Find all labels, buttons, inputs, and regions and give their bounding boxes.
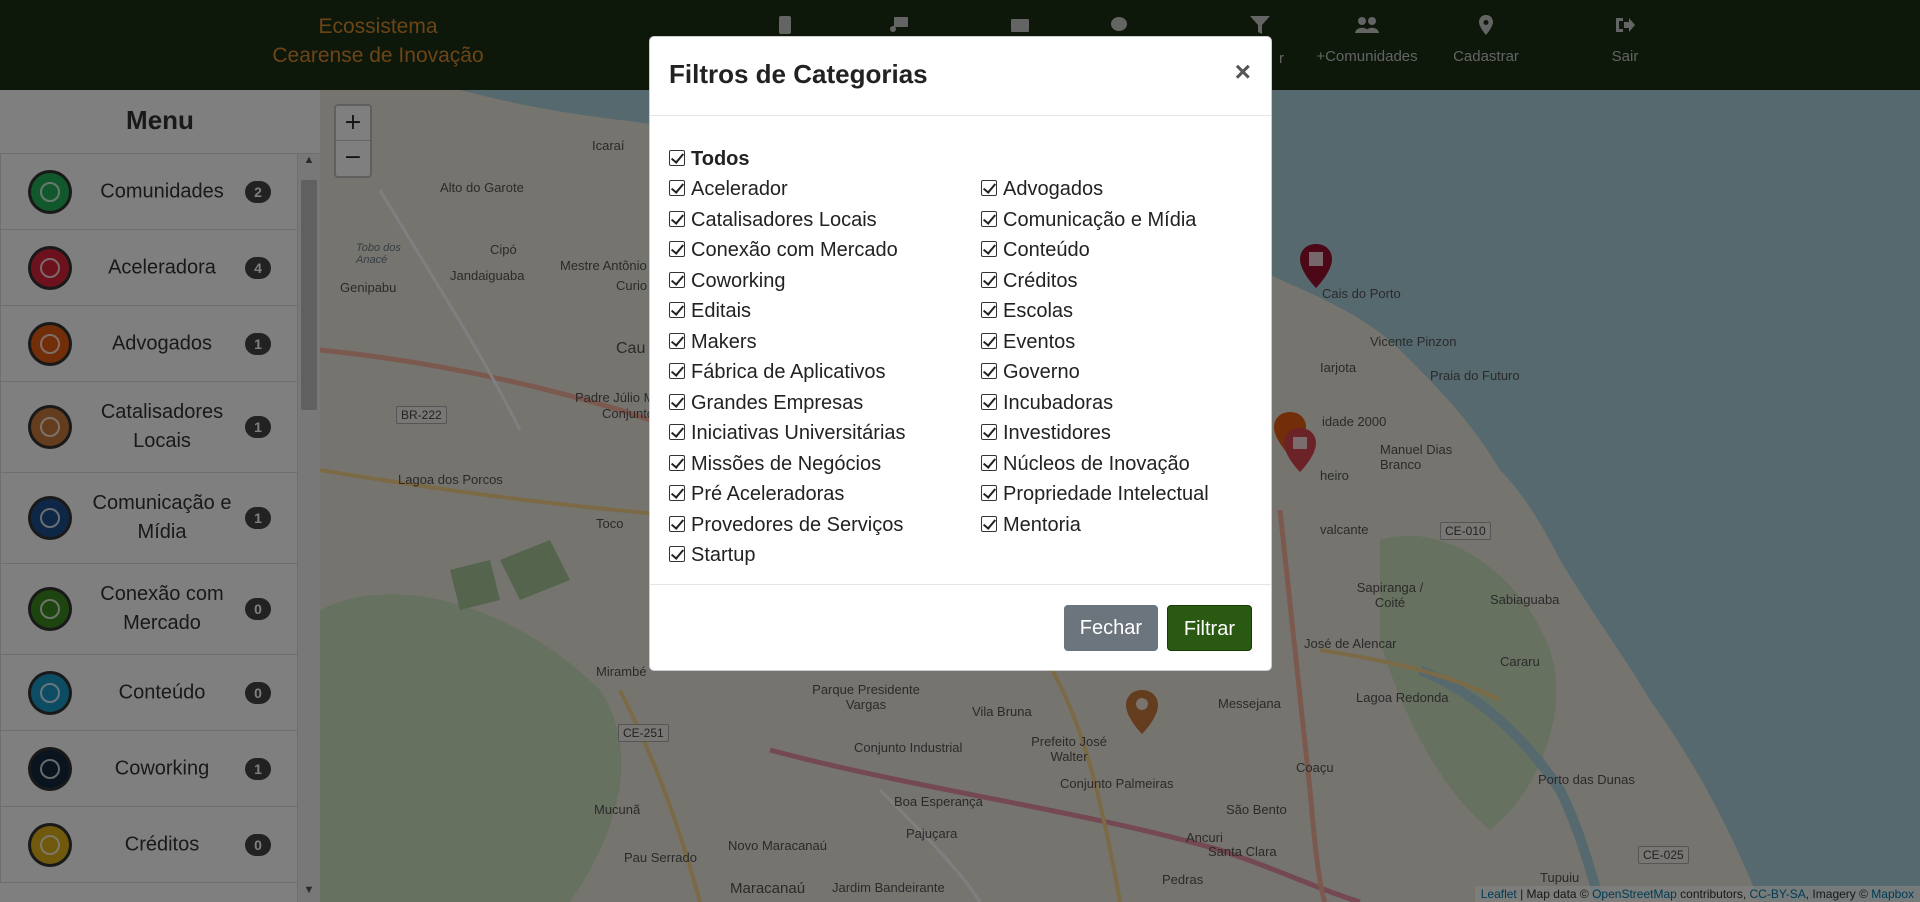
- checkbox-checked-icon[interactable]: [669, 241, 685, 257]
- checkbox-label: Mentoria: [1003, 513, 1081, 536]
- checkbox-label: Pré Aceleradoras: [691, 483, 845, 505]
- checkbox-checked-icon[interactable]: [981, 454, 997, 471]
- modal-title: Filtros de Categorias: [669, 59, 928, 89]
- category-checkbox[interactable]: Grandes Empresas: [669, 389, 863, 417]
- category-checkbox[interactable]: Makers: [669, 328, 757, 356]
- category-checkbox[interactable]: Investidores: [981, 419, 1111, 447]
- checkbox-checked-icon[interactable]: [669, 546, 685, 562]
- checkbox-checked-icon[interactable]: [981, 485, 997, 501]
- checkbox-checked-icon[interactable]: [981, 424, 997, 440]
- checkbox-label: Missões de Negócios: [691, 452, 882, 475]
- checkbox-checked-icon[interactable]: [669, 485, 685, 501]
- checkbox-label: Conexão com Mercado: [691, 239, 898, 261]
- category-checkbox[interactable]: Catalisadores Locais: [669, 206, 877, 234]
- checkbox-label: Todos: [691, 148, 750, 170]
- checkbox-label: Makers: [691, 330, 757, 353]
- checkbox-checked-icon[interactable]: [981, 302, 997, 318]
- checkbox-checked-icon[interactable]: [669, 454, 685, 471]
- category-checkbox[interactable]: Mentoria: [981, 511, 1081, 539]
- modal-body: Todos Acelerador Catalisadores Locais Cone…: [650, 116, 1271, 585]
- fechar-button[interactable]: Fechar: [1063, 605, 1158, 651]
- checkbox-label: Editais: [691, 300, 752, 322]
- checkbox-checked-icon[interactable]: [669, 302, 685, 318]
- category-checkbox[interactable]: Comunicação e Mídia: [981, 206, 1196, 234]
- checkbox-checked-icon[interactable]: [669, 424, 685, 440]
- close-icon[interactable]: ×: [1235, 57, 1251, 87]
- checkbox-checked-icon[interactable]: [669, 332, 685, 349]
- checkbox-label: Núcleos de Inovação: [1003, 452, 1190, 475]
- category-checkbox[interactable]: Núcleos de Inovação: [981, 450, 1190, 478]
- checkbox-checked-icon[interactable]: [981, 332, 997, 349]
- checkbox-label: Conteúdo: [1003, 239, 1090, 261]
- checkbox-label: Propriedade Intelectual: [1003, 483, 1209, 505]
- category-checkbox[interactable]: Acelerador: [669, 175, 788, 203]
- category-checkbox[interactable]: Eventos: [981, 328, 1075, 356]
- checkbox-label: Créditos: [1003, 269, 1078, 292]
- checkbox-label: Acelerador: [691, 178, 788, 200]
- category-checkbox[interactable]: Provedores de Serviços: [669, 511, 903, 539]
- modal-header: Filtros de Categorias ×: [650, 37, 1271, 116]
- checkbox-checked-icon[interactable]: [669, 363, 685, 379]
- checkbox-checked-icon[interactable]: [981, 271, 997, 288]
- checkbox-checked-icon[interactable]: [981, 515, 997, 532]
- checkbox-checked-icon[interactable]: [981, 210, 997, 227]
- checkbox-label: Escolas: [1003, 300, 1074, 322]
- checkbox-label: Startup: [691, 544, 756, 566]
- checkbox-label: Grandes Empresas: [691, 391, 864, 414]
- filter-modal: Filtros de Categorias × Todos Acelerador…: [649, 36, 1272, 671]
- checkbox-label: Catalisadores Locais: [691, 208, 877, 231]
- checkbox-label: Eventos: [1003, 330, 1076, 353]
- category-checkbox[interactable]: Incubadoras: [981, 389, 1113, 417]
- checkbox-checked-icon[interactable]: [981, 363, 997, 379]
- checkbox-todos[interactable]: Todos: [669, 145, 750, 173]
- category-checkbox[interactable]: Iniciativas Universitárias: [669, 419, 906, 447]
- checkbox-label: Investidores: [1003, 422, 1111, 444]
- checkbox-checked-icon[interactable]: [981, 180, 997, 196]
- category-checkbox[interactable]: Créditos: [981, 267, 1077, 295]
- modal-footer: Fechar Filtrar: [650, 585, 1271, 670]
- checkbox-label: Comunicação e Mídia: [1003, 208, 1197, 231]
- checkbox-label: Governo: [1003, 361, 1080, 383]
- category-checkbox[interactable]: Startup: [669, 541, 755, 569]
- category-checkbox[interactable]: Fábrica de Aplicativos: [669, 358, 886, 386]
- checkbox-checked-icon[interactable]: [669, 180, 685, 196]
- checkbox-checked-icon[interactable]: [669, 210, 685, 227]
- checkbox-label: Fábrica de Aplicativos: [691, 361, 886, 383]
- category-checkbox[interactable]: Conteúdo: [981, 236, 1090, 264]
- checkbox-label: Advogados: [1003, 178, 1104, 200]
- checkbox-checked-icon[interactable]: [981, 393, 997, 410]
- category-checkbox[interactable]: Editais: [669, 297, 751, 325]
- category-checkbox[interactable]: Governo: [981, 358, 1080, 386]
- category-checkbox[interactable]: Coworking: [669, 267, 785, 295]
- checkbox-checked-icon[interactable]: [669, 515, 685, 532]
- category-checkbox[interactable]: Missões de Negócios: [669, 450, 881, 478]
- category-checkbox[interactable]: Conexão com Mercado: [669, 236, 898, 264]
- category-checkbox[interactable]: Pré Aceleradoras: [669, 480, 844, 508]
- category-checkbox[interactable]: Escolas: [981, 297, 1073, 325]
- filtrar-button[interactable]: Filtrar: [1166, 605, 1252, 651]
- checkbox-label: Provedores de Serviços: [691, 513, 904, 536]
- checkbox-checked-icon[interactable]: [669, 271, 685, 288]
- checkbox-label: Coworking: [691, 269, 786, 292]
- checkbox-checked-icon[interactable]: [981, 241, 997, 257]
- category-checkbox[interactable]: Advogados: [981, 175, 1103, 203]
- checkbox-checked-icon[interactable]: [669, 150, 685, 166]
- checkbox-checked-icon[interactable]: [669, 393, 685, 410]
- checkbox-label: Incubadoras: [1003, 391, 1114, 414]
- checkbox-label: Iniciativas Universitárias: [691, 422, 906, 444]
- category-checkbox[interactable]: Propriedade Intelectual: [981, 480, 1209, 508]
